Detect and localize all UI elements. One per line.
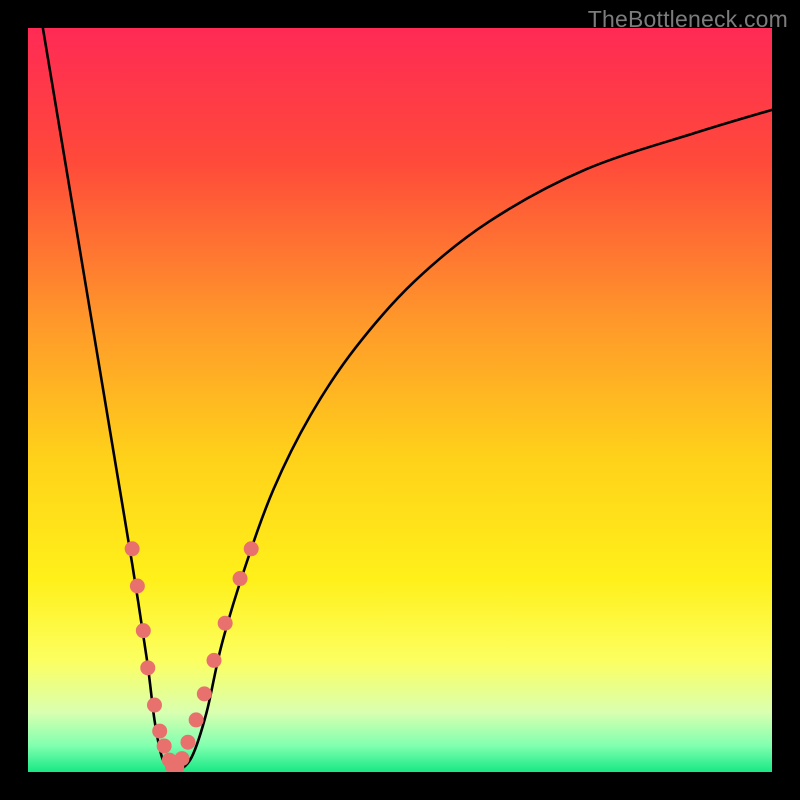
data-dot: [175, 751, 190, 766]
data-dot: [197, 686, 212, 701]
data-dot: [152, 724, 167, 739]
data-dot: [180, 735, 195, 750]
data-dot: [244, 541, 259, 556]
data-dot: [218, 616, 233, 631]
data-dot: [136, 623, 151, 638]
data-dot: [157, 738, 172, 753]
data-dot: [233, 571, 248, 586]
data-dot: [147, 698, 162, 713]
data-dot: [130, 579, 145, 594]
bottleneck-chart: [28, 28, 772, 772]
data-dot: [125, 541, 140, 556]
data-dot: [207, 653, 222, 668]
data-dot: [140, 660, 155, 675]
gradient-background: [28, 28, 772, 772]
data-dot: [189, 712, 204, 727]
